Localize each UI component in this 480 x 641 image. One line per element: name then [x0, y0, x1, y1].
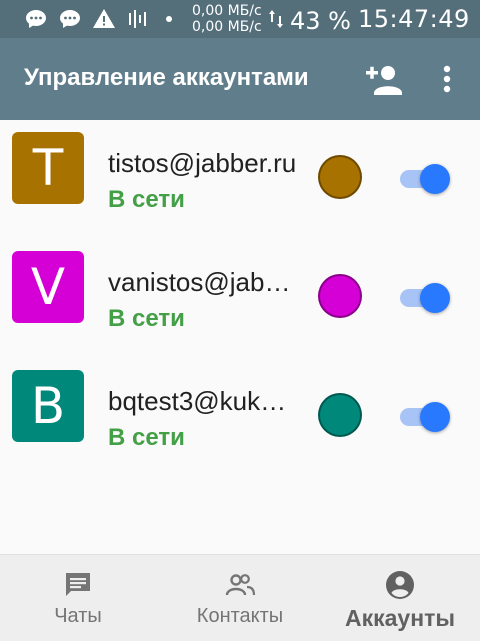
account-row[interactable]: B bqtest3@kuketz.de В сети [0, 358, 480, 477]
overflow-menu-button[interactable] [432, 62, 462, 98]
avatar-letter: V [30, 258, 66, 316]
account-status: В сети [108, 186, 185, 213]
account-color-button[interactable] [318, 155, 362, 199]
toggle-thumb [420, 402, 450, 432]
account-enabled-toggle[interactable] [398, 401, 452, 433]
clock: 15:47:49 [358, 5, 470, 33]
data-transfer-icon [269, 10, 283, 28]
nav-label-contacts: Контакты [196, 605, 284, 627]
speed-up: 0,00 МБ/с [192, 3, 262, 19]
account-enabled-toggle[interactable] [398, 163, 452, 195]
more-vertical-icon [443, 65, 451, 93]
status-bar: 0,00 МБ/с 0,00 МБ/с 43 % 15:47:49 [0, 0, 480, 38]
chat-icon [66, 573, 90, 596]
battery-level: 43 % [290, 7, 351, 35]
network-speed: 0,00 МБ/с 0,00 МБ/с [192, 3, 262, 35]
account-status: В сети [108, 424, 185, 451]
avatar-letter: T [32, 139, 64, 197]
signal-bars-icon [129, 10, 146, 28]
notification-icons [24, 7, 172, 31]
avatar: T [12, 132, 84, 204]
add-account-button[interactable] [364, 60, 404, 100]
bottom-navigation: Чаты Контакты Аккаунты [0, 554, 480, 641]
warning-icon [93, 9, 115, 28]
avatar: V [12, 251, 84, 323]
person-add-icon [366, 66, 402, 95]
chat-notification-icon [26, 10, 46, 28]
account-enabled-toggle[interactable] [398, 282, 452, 314]
app-bar: Управление аккаунтами [0, 38, 480, 120]
toggle-thumb [420, 164, 450, 194]
nav-item-accounts[interactable]: Аккаунты [330, 555, 470, 641]
nav-item-chats[interactable]: Чаты [18, 555, 138, 641]
account-row[interactable]: T tistos@jabber.ru В сети [0, 120, 480, 239]
account-jid: vanistos@jabber.ru [108, 267, 298, 297]
chat-notification-icon [60, 10, 80, 28]
account-row[interactable]: V vanistos@jabber.ru В сети [0, 239, 480, 358]
nav-item-contacts[interactable]: Контакты [180, 555, 300, 641]
account-list: T tistos@jabber.ru В сети V vanistos@jab… [0, 120, 480, 477]
nav-label-chats: Чаты [54, 605, 102, 627]
account-circle-icon [386, 571, 414, 599]
toggle-thumb [420, 283, 450, 313]
notification-dot [166, 16, 172, 22]
avatar-letter: B [30, 377, 66, 435]
nav-label-accounts: Аккаунты [344, 605, 455, 631]
account-status: В сети [108, 305, 185, 332]
avatar: B [12, 370, 84, 442]
speed-down: 0,00 МБ/с [192, 19, 262, 35]
account-color-button[interactable] [318, 393, 362, 437]
page-title: Управление аккаунтами [24, 64, 309, 91]
account-jid: tistos@jabber.ru [108, 148, 297, 178]
account-color-button[interactable] [318, 274, 362, 318]
account-jid: bqtest3@kuketz.de [108, 386, 298, 416]
people-icon [225, 574, 256, 596]
